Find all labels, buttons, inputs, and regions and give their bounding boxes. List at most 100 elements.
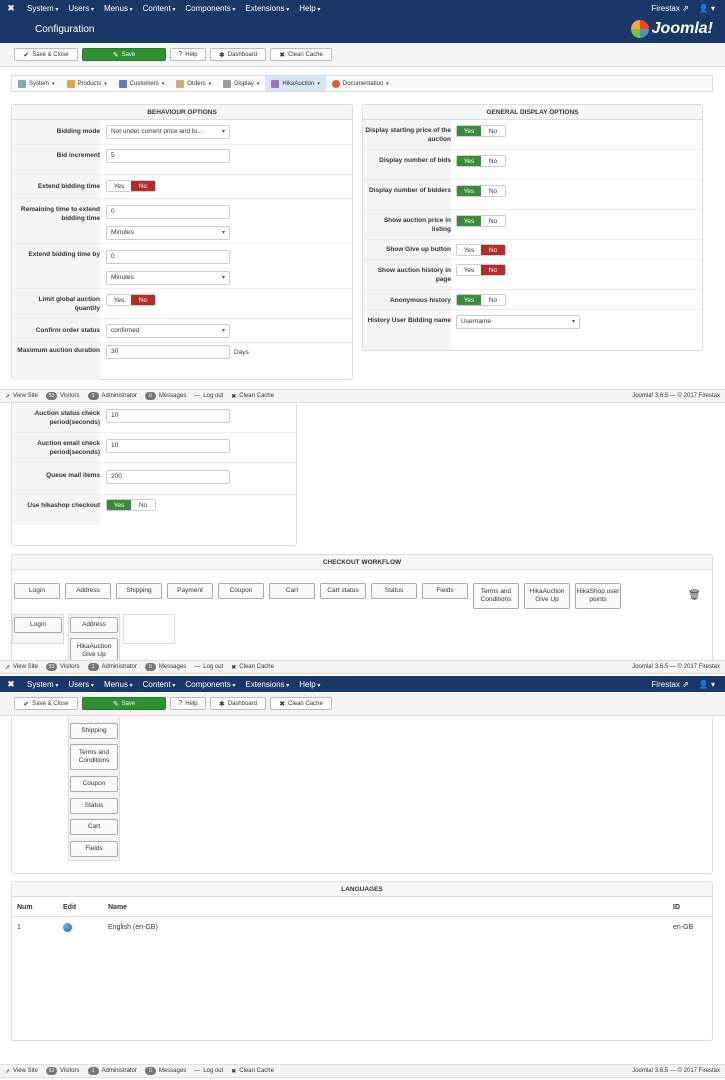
- subnav-customers[interactable]: Customers: [113, 76, 171, 91]
- extend-by-input[interactable]: 0: [106, 250, 230, 264]
- bidding-mode-select[interactable]: Not under current price and bi...: [106, 125, 230, 139]
- menu-users[interactable]: Users: [63, 4, 99, 13]
- step2-coupon-button[interactable]: Coupon: [70, 776, 118, 792]
- messages-link[interactable]: 0 Messages: [144, 663, 186, 671]
- orders-icon: [176, 79, 185, 88]
- joomla-icon[interactable]: ✖: [0, 679, 22, 690]
- queue-input[interactable]: 200: [106, 470, 230, 484]
- email-check-label: Auction email check period(seconds): [37, 440, 100, 456]
- logout-link[interactable]: — Log out: [194, 1068, 223, 1074]
- workflow-login-button[interactable]: Login: [14, 583, 60, 599]
- site-link[interactable]: Firestax ⇗: [651, 680, 688, 689]
- clean-cache-button[interactable]: ✖ Clean Cache: [270, 697, 332, 710]
- menu-menus[interactable]: Menus: [99, 4, 138, 13]
- step1-login-button[interactable]: Login: [14, 617, 62, 633]
- step2-terms-button[interactable]: Terms and Conditions: [70, 744, 118, 770]
- save-close-button[interactable]: ✔ Save & Close: [14, 697, 78, 710]
- step2-address-button[interactable]: Address: [70, 617, 118, 633]
- clean-cache-button[interactable]: ✖ Clean Cache: [270, 48, 332, 61]
- site-link[interactable]: Firestax ⇗: [651, 4, 688, 13]
- num-bidders-toggle[interactable]: Yes No: [456, 185, 506, 197]
- menu-users[interactable]: Users: [63, 680, 99, 689]
- user-menu[interactable]: 👤 ▾: [699, 4, 715, 13]
- menu-help[interactable]: Help: [294, 4, 325, 13]
- extend-bidding-toggle[interactable]: Yes No: [106, 180, 156, 192]
- confirm-status-select[interactable]: confirmed: [106, 324, 230, 338]
- clean-cache-link[interactable]: ✖ Clean Cache: [231, 393, 274, 400]
- logout-link[interactable]: — Log out: [194, 664, 223, 670]
- dashboard-button[interactable]: ✱ Dashboard: [210, 697, 266, 710]
- menu-help[interactable]: Help: [294, 680, 325, 689]
- remaining-time-input[interactable]: 0: [106, 205, 230, 219]
- menu-extensions[interactable]: Extensions: [240, 4, 294, 13]
- help-button[interactable]: ? Help: [170, 48, 206, 61]
- visitors-status: 53 Visitors: [45, 392, 80, 400]
- workflow-cart-button[interactable]: Cart: [269, 583, 315, 599]
- workflow-payment-button[interactable]: Payment: [167, 583, 213, 599]
- joomla-icon[interactable]: ✖: [0, 3, 22, 14]
- menu-content[interactable]: Content: [138, 680, 181, 689]
- extend-by-unit-select[interactable]: Minutes: [106, 271, 230, 285]
- workflow-fields-button[interactable]: Fields: [422, 583, 468, 599]
- workflow-giveup-button[interactable]: HikaAuction Give Up: [524, 583, 570, 609]
- messages-link[interactable]: 0 Messages: [144, 1067, 186, 1075]
- view-site-link[interactable]: ⇗ View Site: [5, 1068, 38, 1075]
- menu-extensions[interactable]: Extensions: [240, 680, 294, 689]
- save-button[interactable]: ✎ Save: [82, 697, 166, 710]
- edit-language-icon[interactable]: [63, 923, 72, 932]
- history-user-select[interactable]: Username: [456, 315, 580, 329]
- save-button[interactable]: ✎ Save: [82, 48, 166, 61]
- logout-link[interactable]: — Log out: [194, 393, 223, 399]
- subnav-system[interactable]: System: [12, 76, 61, 91]
- view-site-link[interactable]: ⇗ View Site: [5, 393, 38, 400]
- anonymous-toggle[interactable]: Yes No: [456, 294, 506, 306]
- menu-components[interactable]: Components: [180, 4, 240, 13]
- help-button[interactable]: ? Help: [170, 697, 206, 710]
- menu-system[interactable]: System: [22, 4, 63, 13]
- email-check-input[interactable]: 10: [106, 439, 230, 453]
- dashboard-button[interactable]: ✱ Dashboard: [210, 48, 266, 61]
- remaining-time-unit-select[interactable]: Minutes: [106, 226, 230, 240]
- clean-cache-link[interactable]: ✖ Clean Cache: [231, 1068, 274, 1075]
- trash-icon[interactable]: 🗑: [688, 590, 701, 601]
- history-user-label: History User Bidding name: [367, 317, 451, 324]
- view-site-link[interactable]: ⇗ View Site: [5, 664, 38, 671]
- status-check-input[interactable]: 10: [106, 409, 230, 423]
- save-close-button[interactable]: ✔ Save & Close: [14, 48, 78, 61]
- bid-increment-input[interactable]: 5: [106, 149, 230, 163]
- user-menu[interactable]: 👤 ▾: [699, 680, 715, 689]
- workflow-cart-status-button[interactable]: Cart status: [320, 583, 366, 599]
- subnav-display[interactable]: Display: [217, 76, 265, 91]
- menu-system[interactable]: System: [22, 680, 63, 689]
- step2-cart-button[interactable]: Cart: [70, 819, 118, 835]
- workflow-status-button[interactable]: Status: [371, 583, 417, 599]
- max-duration-input[interactable]: 30: [106, 345, 230, 359]
- menu-menus[interactable]: Menus: [99, 680, 138, 689]
- workflow-userpoints-button[interactable]: HikaShop user points: [575, 583, 621, 609]
- num-bids-toggle[interactable]: Yes No: [456, 155, 506, 167]
- step2-giveup-button[interactable]: HikaAuction Give Up: [70, 638, 118, 660]
- workflow-terms-button[interactable]: Terms and Conditions: [473, 583, 519, 609]
- workflow-coupon-button[interactable]: Coupon: [218, 583, 264, 599]
- workflow-shipping-button[interactable]: Shipping: [116, 583, 162, 599]
- menu-components[interactable]: Components: [180, 680, 240, 689]
- subnav-hikaauction[interactable]: HikaAuction: [265, 76, 326, 91]
- menu-content[interactable]: Content: [138, 4, 181, 13]
- subnav-documentation[interactable]: Documentation: [326, 76, 395, 91]
- give-up-toggle[interactable]: Yes No: [456, 244, 506, 256]
- starting-price-toggle[interactable]: Yes No: [456, 125, 506, 137]
- workflow-address-button[interactable]: Address: [65, 583, 111, 599]
- close-icon: ✖: [279, 700, 286, 708]
- workflow-new-step[interactable]: [123, 614, 175, 644]
- step2-status-button[interactable]: Status: [70, 798, 118, 814]
- limit-quantity-toggle[interactable]: Yes No: [106, 294, 156, 306]
- price-listing-toggle[interactable]: Yes No: [456, 215, 506, 227]
- history-toggle[interactable]: Yes No: [456, 264, 506, 276]
- step2-fields-button[interactable]: Fields: [70, 841, 118, 857]
- subnav-orders[interactable]: Orders: [170, 76, 217, 91]
- messages-link[interactable]: 0 Messages: [144, 392, 186, 400]
- use-checkout-toggle[interactable]: Yes No: [106, 499, 156, 511]
- clean-cache-link[interactable]: ✖ Clean Cache: [231, 664, 274, 671]
- subnav-products[interactable]: Products: [61, 76, 113, 91]
- step2-shipping-button[interactable]: Shipping: [70, 723, 118, 739]
